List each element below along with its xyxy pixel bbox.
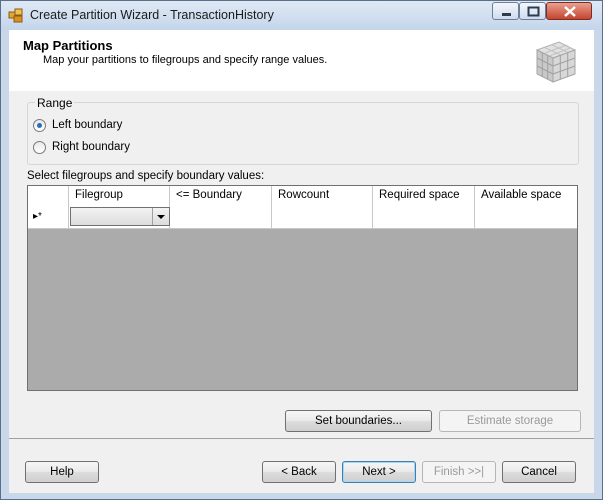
filegroup-dropdown[interactable] (70, 207, 170, 226)
minimize-button[interactable] (492, 2, 519, 20)
required-space-cell (373, 206, 475, 228)
left-boundary-radio[interactable] (33, 118, 46, 132)
left-boundary-option[interactable]: Left boundary (33, 117, 122, 133)
title-bar: Create Partition Wizard - TransactionHis… (1, 1, 602, 30)
filegroup-grid[interactable]: Filegroup <= Boundary Rowcount Required … (27, 185, 578, 391)
page-subtitle: Map your partitions to filegroups and sp… (43, 54, 328, 66)
column-header-available-space[interactable]: Available space (475, 186, 577, 206)
right-boundary-option[interactable]: Right boundary (33, 139, 130, 155)
left-boundary-label: Left boundary (52, 119, 123, 131)
range-group (27, 102, 579, 165)
wizard-footer: Help < Back Next > Finish >>| Cancel (9, 438, 594, 493)
help-button[interactable]: Help (25, 461, 99, 483)
column-header-required-space[interactable]: Required space (373, 186, 475, 206)
close-button[interactable] (546, 2, 592, 20)
minimize-icon (502, 13, 511, 16)
available-space-cell (475, 206, 577, 228)
rowcount-cell (272, 206, 373, 228)
partition-cube-icon (535, 41, 577, 83)
table-row[interactable]: ▸* (28, 206, 577, 229)
column-header-boundary[interactable]: <= Boundary (170, 186, 272, 206)
wizard-content: Range Left boundary Right boundary Selec… (9, 91, 594, 438)
close-icon (564, 6, 576, 17)
column-header-filegroup[interactable]: Filegroup (69, 186, 170, 206)
new-row-indicator: ▸* (28, 206, 69, 228)
right-boundary-radio[interactable] (33, 140, 46, 154)
set-boundaries-button[interactable]: Set boundaries... (285, 410, 432, 432)
range-group-label: Range (35, 96, 75, 110)
maximize-icon (527, 6, 540, 17)
grid-header-row: Filegroup <= Boundary Rowcount Required … (28, 186, 577, 207)
back-button[interactable]: < Back (262, 461, 336, 483)
cancel-button[interactable]: Cancel (502, 461, 576, 483)
finish-button[interactable]: Finish >>| (422, 461, 496, 483)
maximize-button[interactable] (519, 2, 546, 20)
next-button[interactable]: Next > (342, 461, 416, 483)
wizard-header: Map Partitions Map your partitions to fi… (9, 30, 594, 92)
right-boundary-label: Right boundary (52, 141, 130, 153)
wizard-window: Create Partition Wizard - TransactionHis… (0, 0, 603, 500)
boundary-cell[interactable] (170, 206, 272, 228)
window-title: Create Partition Wizard - TransactionHis… (30, 8, 274, 22)
column-header-rowcount[interactable]: Rowcount (272, 186, 373, 206)
partition-wizard-app-icon (8, 8, 23, 23)
grid-caption: Select filegroups and specify boundary v… (27, 170, 265, 182)
row-header-corner (28, 186, 69, 206)
estimate-storage-button[interactable]: Estimate storage (439, 410, 581, 432)
chevron-down-icon[interactable] (152, 208, 169, 225)
page-title: Map Partitions (23, 38, 113, 53)
